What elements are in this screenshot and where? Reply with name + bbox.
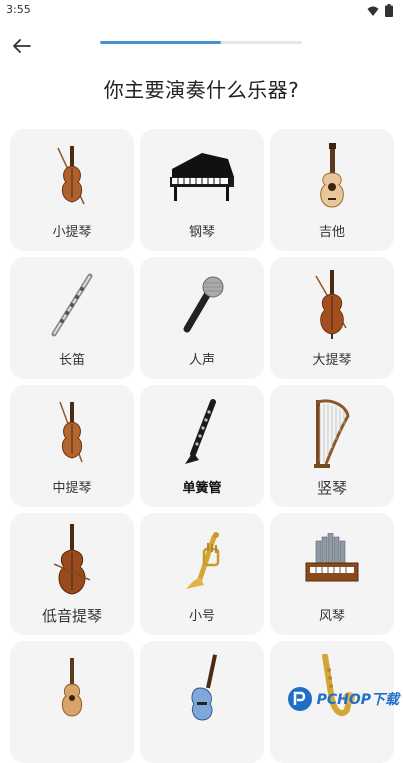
instrument-label: 低音提琴 (41, 607, 102, 625)
cello-icon (270, 267, 394, 343)
instrument-card-cello[interactable]: 大提琴 (270, 257, 394, 379)
electric-guitar-icon (140, 651, 264, 727)
harp-icon (270, 395, 394, 471)
arrow-left-icon (13, 39, 31, 53)
instrument-label: 人声 (188, 353, 215, 368)
status-bar: 3:55 (0, 0, 403, 22)
watermark-text: PCHOP下载 (316, 692, 399, 708)
battery-icon (385, 4, 393, 17)
status-icons (367, 4, 393, 17)
double-bass-icon (10, 523, 134, 599)
instrument-card-ukulele[interactable] (10, 641, 134, 763)
instrument-label: 小提琴 (52, 225, 92, 240)
instrument-card-vocals[interactable]: 人声 (140, 257, 264, 379)
instrument-label: 中提琴 (52, 481, 92, 496)
acoustic-guitar-icon (270, 139, 394, 215)
instrument-label: 吉他 (318, 225, 345, 240)
instrument-card-guitar[interactable]: 吉他 (270, 129, 394, 251)
instrument-label: 单簧管 (182, 481, 222, 496)
flute-icon (10, 267, 134, 343)
instrument-card-electric-guitar[interactable] (140, 641, 264, 763)
microphone-icon (140, 267, 264, 343)
progress-bar (100, 41, 302, 44)
instrument-label: 长笛 (58, 353, 85, 368)
status-time: 3:55 (6, 3, 31, 16)
instrument-card-viola[interactable]: 中提琴 (10, 385, 134, 507)
page-title: 你主要演奏什么乐器? (103, 78, 300, 102)
instrument-card-organ[interactable]: 风琴 (270, 513, 394, 635)
instrument-label: 风琴 (318, 609, 345, 624)
instrument-card-flute[interactable]: 长笛 (10, 257, 134, 379)
instrument-label: 大提琴 (312, 353, 352, 368)
ukulele-icon (10, 651, 134, 727)
instrument-card-piano[interactable]: 钢琴 (140, 129, 264, 251)
clarinet-icon (140, 395, 264, 471)
instrument-card-violin[interactable]: 小提琴 (10, 129, 134, 251)
pchop-logo-icon (287, 687, 312, 711)
instrument-card-harp[interactable]: 竖琴 (270, 385, 394, 507)
instrument-card-trumpet[interactable]: 小号 (140, 513, 264, 635)
trumpet-icon (140, 523, 264, 599)
wifi-icon (367, 6, 379, 16)
watermark: PCHOP下载 (287, 686, 399, 712)
violin-icon (10, 139, 134, 215)
grand-piano-icon (140, 139, 264, 215)
instrument-label: 竖琴 (316, 479, 347, 497)
viola-icon (10, 395, 134, 471)
instrument-card-double-bass[interactable]: 低音提琴 (10, 513, 134, 635)
header (0, 22, 403, 70)
instrument-label: 小号 (188, 609, 215, 624)
progress-fill (100, 41, 222, 44)
organ-icon (270, 523, 394, 599)
back-button[interactable] (8, 32, 36, 60)
instrument-label: 钢琴 (188, 225, 215, 240)
instrument-card-clarinet[interactable]: 单簧管 (140, 385, 264, 507)
